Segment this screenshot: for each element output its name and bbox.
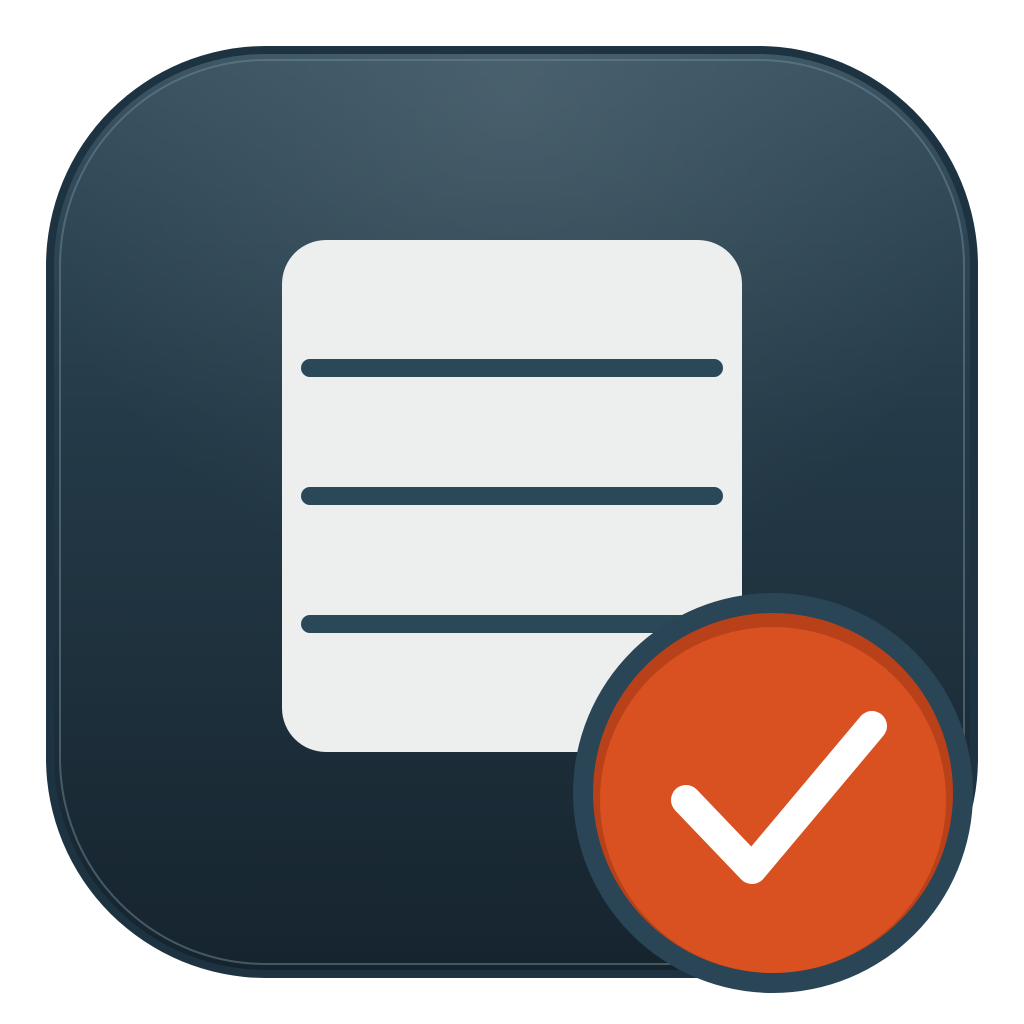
check-badge	[573, 593, 973, 993]
app-icon	[46, 46, 978, 993]
